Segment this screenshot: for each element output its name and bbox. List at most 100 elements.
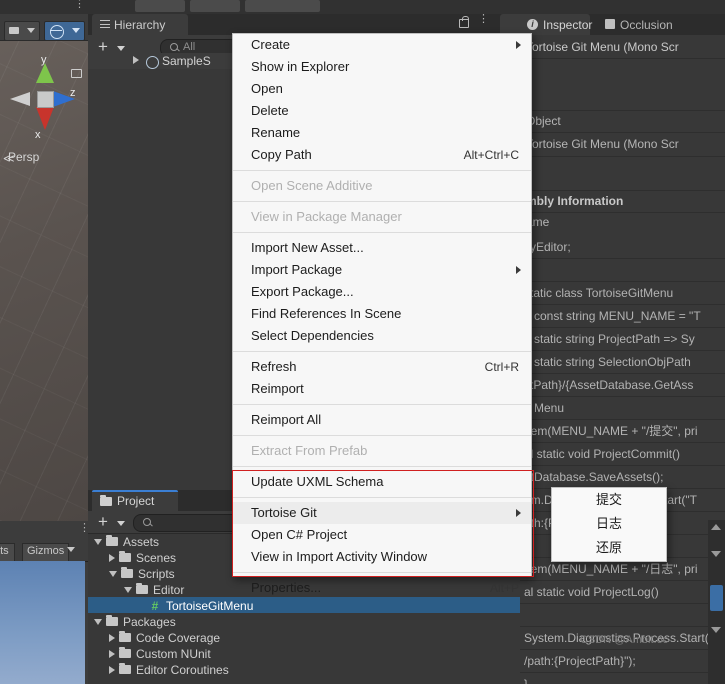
menu-item-update-uxml-schema[interactable]: Update UXML Schema bbox=[233, 471, 531, 493]
chevron-down-icon[interactable] bbox=[27, 28, 35, 33]
project-tree-label: Custom NUnit bbox=[136, 646, 211, 661]
chevron-right-icon[interactable] bbox=[109, 665, 115, 674]
chevron-down-icon[interactable] bbox=[117, 46, 125, 51]
chevron-down-icon[interactable] bbox=[109, 570, 117, 577]
menu-item-label: View in Package Manager bbox=[251, 209, 402, 224]
kebab-menu-icon[interactable]: ⋮ bbox=[79, 523, 90, 534]
chevron-down-icon[interactable] bbox=[117, 521, 125, 526]
project-tree-row[interactable]: Packages bbox=[88, 613, 520, 629]
menu-item-export-package[interactable]: Export Package... bbox=[233, 281, 531, 303]
scrollbar-thumb[interactable] bbox=[710, 585, 723, 611]
folder-icon bbox=[119, 550, 131, 563]
scroll-down-icon-2[interactable] bbox=[711, 627, 721, 633]
search-icon bbox=[143, 518, 151, 526]
project-tree-label: Packages bbox=[123, 614, 176, 629]
menu-item-shortcut: Alt+P bbox=[489, 581, 519, 595]
scene-orientation-gizmo[interactable]: y x z bbox=[6, 54, 82, 141]
chevron-down-icon[interactable] bbox=[67, 547, 75, 552]
menu-item-label: Select Dependencies bbox=[251, 328, 374, 343]
code-line: al static void ProjectCommit() bbox=[520, 443, 725, 466]
scene-view[interactable]: y x z ≪ Persp bbox=[0, 0, 88, 521]
code-line: etDatabase.SaveAssets(); bbox=[520, 466, 725, 489]
game-view-canvas[interactable] bbox=[0, 561, 85, 684]
game-view-panel: ⋮ ats Gizmos bbox=[0, 521, 90, 684]
menu-item-import-package[interactable]: Import Package bbox=[233, 259, 531, 281]
menu-item-view-in-import-activity-window[interactable]: View in Import Activity Window bbox=[233, 546, 531, 568]
menu-item-open-c-project[interactable]: Open C# Project bbox=[233, 524, 531, 546]
menu-item-label: Import Package bbox=[251, 262, 343, 277]
chevron-right-icon bbox=[516, 509, 521, 517]
menu-item-label: Open Scene Additive bbox=[251, 178, 373, 193]
lock-icon[interactable] bbox=[71, 69, 82, 78]
menu-separator bbox=[233, 404, 531, 405]
projection-mode-label[interactable]: Persp bbox=[8, 150, 39, 164]
kebab-menu-icon[interactable]: ⋮ bbox=[478, 14, 489, 25]
assembly-information-header: mbly Information bbox=[520, 190, 725, 213]
project-tree-row[interactable]: Editor Coroutines bbox=[88, 661, 520, 677]
scene-kebab-menu-icon[interactable]: ⋮ bbox=[74, 0, 85, 10]
toolbar-button-1[interactable] bbox=[135, 0, 185, 12]
inspector-code-preview: ityEditor; static class TortoiseGitMenu e … bbox=[520, 236, 725, 684]
scroll-down-icon[interactable] bbox=[711, 551, 721, 557]
assembly-name-label: ame bbox=[526, 215, 550, 229]
menu-item-reimport-all[interactable]: Reimport All bbox=[233, 409, 531, 431]
chevron-down-icon[interactable] bbox=[94, 618, 102, 625]
menu-item-extract-from-prefab: Extract From Prefab bbox=[233, 440, 531, 462]
stats-button[interactable]: ats bbox=[0, 543, 15, 563]
gizmo-x-axis-cone[interactable] bbox=[36, 107, 54, 130]
code-line: ityEditor; bbox=[520, 236, 725, 259]
chevron-down-icon[interactable] bbox=[124, 586, 132, 593]
chevron-right-icon[interactable] bbox=[109, 649, 115, 658]
menu-separator bbox=[233, 201, 531, 202]
scroll-up-icon[interactable] bbox=[711, 524, 721, 530]
project-tree-row[interactable]: # TortoiseGitMenu bbox=[88, 597, 520, 613]
menu-separator bbox=[233, 466, 531, 467]
menu-item-copy-path[interactable]: Copy Path Alt+Ctrl+C bbox=[233, 144, 531, 166]
menu-separator bbox=[233, 170, 531, 171]
menu-item-find-references-in-scene[interactable]: Find References In Scene bbox=[233, 303, 531, 325]
menu-item-properties[interactable]: Properties... Alt+P bbox=[233, 577, 531, 599]
gizmo-center-cube[interactable] bbox=[37, 91, 54, 108]
menu-item-reimport[interactable]: Reimport bbox=[233, 378, 531, 400]
code-line: e const string MENU_NAME = "T bbox=[520, 305, 725, 328]
menu-item-rename[interactable]: Rename bbox=[233, 122, 531, 144]
menu-separator bbox=[233, 497, 531, 498]
menu-item-show-in-explorer[interactable]: Show in Explorer bbox=[233, 56, 531, 78]
menu-item-label: Create bbox=[251, 37, 291, 52]
menu-item-tortoise-git[interactable]: Tortoise Git bbox=[233, 502, 531, 524]
create-asset-button[interactable]: + bbox=[98, 513, 108, 530]
project-tree-label: Editor bbox=[153, 582, 185, 597]
menu-item-open[interactable]: Open bbox=[233, 78, 531, 100]
menu-item-create[interactable]: Create bbox=[233, 34, 531, 56]
chevron-right-icon[interactable] bbox=[109, 553, 115, 562]
chevron-right-icon[interactable] bbox=[133, 56, 139, 64]
folder-icon bbox=[100, 494, 112, 506]
main-toolbar bbox=[0, 0, 725, 14]
project-tree-row[interactable]: Code Coverage bbox=[88, 629, 520, 645]
menu-item-select-dependencies[interactable]: Select Dependencies bbox=[233, 325, 531, 347]
submenu-item[interactable]: 提交 bbox=[552, 488, 666, 512]
project-tree-row[interactable]: Custom NUnit bbox=[88, 645, 520, 661]
chevron-right-icon[interactable] bbox=[109, 633, 115, 642]
gizmos-button[interactable]: Gizmos bbox=[22, 543, 70, 563]
menu-item-label: Properties... bbox=[251, 580, 322, 595]
gizmo-y-axis-cone[interactable] bbox=[36, 63, 54, 83]
menu-item-label: Reimport bbox=[251, 381, 304, 396]
menu-item-delete[interactable]: Delete bbox=[233, 100, 531, 122]
gizmo-negative-x-axis-cone[interactable] bbox=[10, 92, 30, 106]
submenu-item[interactable]: 日志 bbox=[552, 512, 666, 536]
toolbar-button-3[interactable] bbox=[245, 0, 320, 12]
menu-item-label: Update UXML Schema bbox=[251, 474, 384, 489]
project-tree-label: Editor Coroutines bbox=[136, 662, 229, 677]
toolbar-button-2[interactable] bbox=[190, 0, 240, 12]
menu-item-import-new-asset[interactable]: Import New Asset... bbox=[233, 237, 531, 259]
submenu-item[interactable]: 还原 bbox=[552, 536, 666, 560]
project-tree-label: Scenes bbox=[136, 550, 177, 565]
folder-icon bbox=[119, 646, 131, 659]
menu-item-refresh[interactable]: Refresh Ctrl+R bbox=[233, 356, 531, 378]
menu-separator bbox=[233, 351, 531, 352]
gizmo-y-label: y bbox=[41, 54, 47, 66]
lock-icon[interactable] bbox=[459, 16, 469, 28]
search-icon bbox=[170, 43, 178, 51]
chevron-down-icon[interactable] bbox=[94, 538, 102, 545]
